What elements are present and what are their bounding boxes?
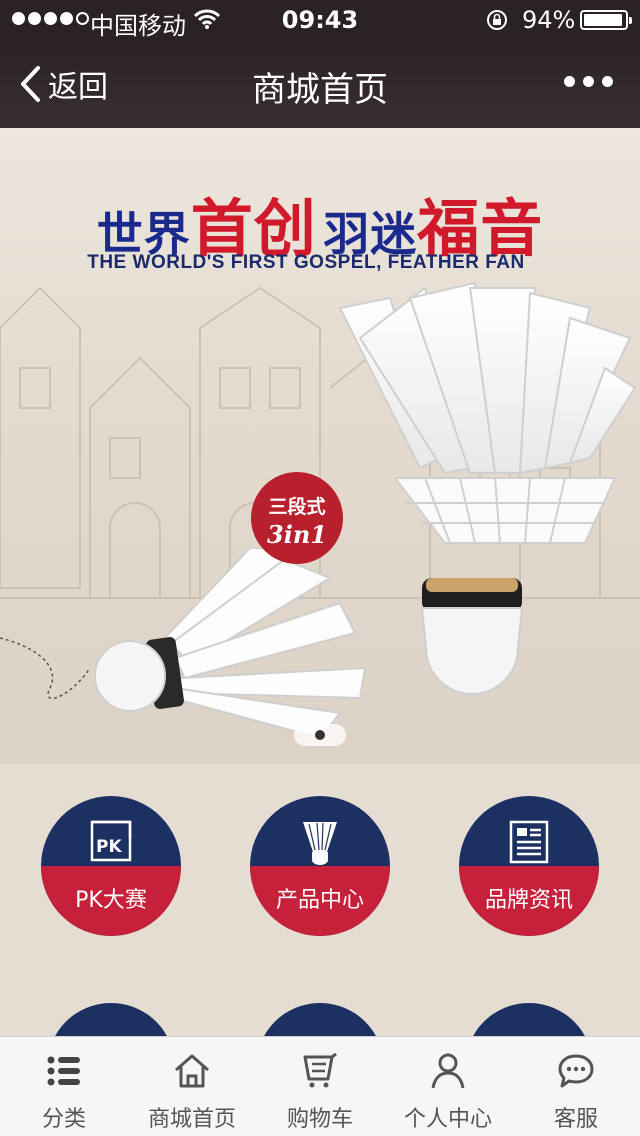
tab-label: 分类 <box>41 1107 86 1132</box>
svg-text:PK: PK <box>96 837 122 857</box>
tab-label: 个人中心 <box>403 1107 492 1132</box>
list-icon <box>47 1056 80 1086</box>
shuttlecock-icon <box>303 822 337 865</box>
rotation-lock-icon <box>487 10 507 30</box>
tab-profile[interactable]: 个人中心 <box>384 1037 512 1136</box>
pk-icon: PK <box>90 820 132 862</box>
menu-pk-contest-button[interactable]: PK PK大赛 <box>41 796 181 936</box>
more-options-icon[interactable] <box>564 76 613 87</box>
bottom-tab-bar: 分类 商城首页 购物车 个人中心 客服 <box>0 1036 640 1136</box>
tab-category[interactable]: 分类 <box>0 1037 128 1136</box>
shuttlecock-tilted-image <box>0 548 367 740</box>
menu-product-center-button[interactable]: 产品中心 <box>250 796 390 936</box>
nav-bar: 返回 商城首页 <box>0 40 640 128</box>
tab-home[interactable]: 商城首页 <box>128 1037 256 1136</box>
news-icon <box>509 820 549 864</box>
home-icon <box>175 1054 209 1088</box>
battery-icon <box>580 10 632 30</box>
tab-customer-service[interactable]: 客服 <box>512 1037 640 1136</box>
banner-subline: THE WORLD'S FIRST GOSPEL, FEATHER FAN <box>87 252 525 273</box>
page-title: 商城首页 <box>252 70 388 110</box>
tab-label: 客服 <box>553 1107 598 1132</box>
menu-label: 产品中心 <box>275 888 364 913</box>
menu-label: PK大赛 <box>75 888 147 913</box>
tab-label: 购物车 <box>286 1107 353 1132</box>
menu-brand-news-button[interactable]: 品牌资讯 <box>459 796 599 936</box>
pager-dot-active[interactable] <box>315 730 325 740</box>
tab-cart[interactable]: 购物车 <box>256 1037 384 1136</box>
status-bar: 中国移动 09:43 94% <box>0 0 640 40</box>
menu-label: 品牌资讯 <box>484 888 573 913</box>
user-icon <box>431 1053 465 1089</box>
tab-label: 商城首页 <box>147 1107 236 1132</box>
three-in-one-badge: 三段式 3in1 <box>251 472 343 564</box>
battery-percent: 94% <box>522 6 576 34</box>
cart-icon <box>303 1052 337 1088</box>
chat-icon <box>558 1054 594 1088</box>
promo-banner[interactable]: 世界首创 羽迷福音 THE WORLD'S FIRST GOSPEL, FEAT… <box>0 128 640 764</box>
carousel-pager[interactable] <box>294 724 346 746</box>
